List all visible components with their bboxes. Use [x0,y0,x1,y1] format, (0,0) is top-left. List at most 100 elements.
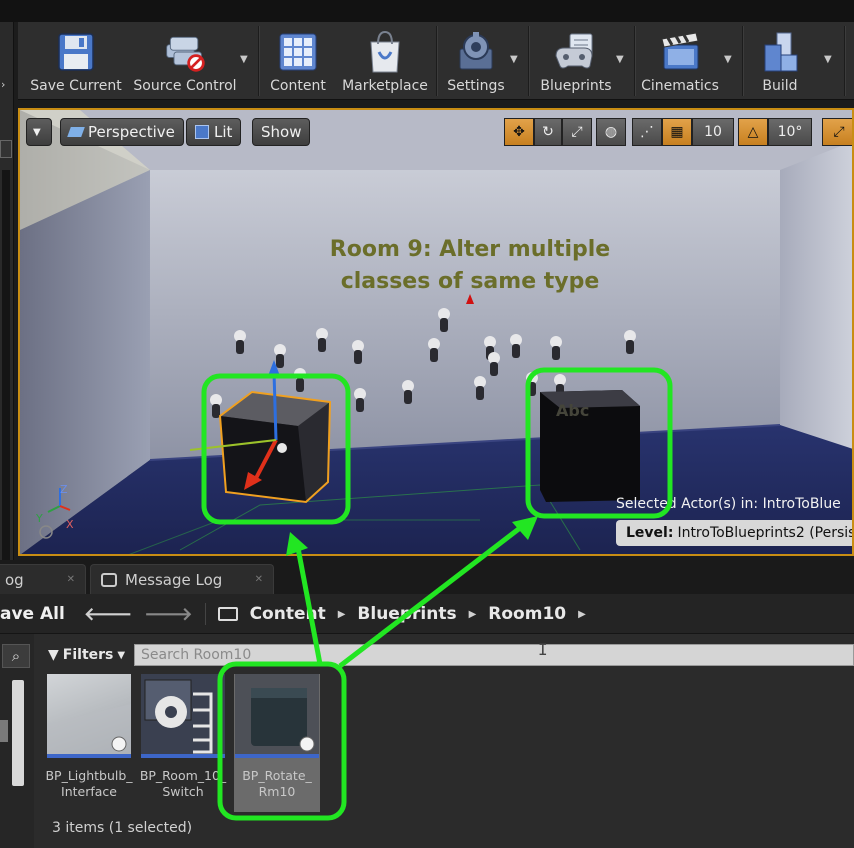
breadcrumb-room10[interactable]: Room10 [488,604,566,624]
toolbar-divider [742,26,744,96]
breadcrumb-content[interactable]: Content [250,604,326,624]
expand-arrow-icon[interactable]: › [1,78,5,91]
settings-button[interactable]: Settings [442,22,510,100]
chevron-right-icon[interactable]: ▶ [338,609,346,620]
content-label: Content [270,78,326,94]
toolbar-divider [528,26,530,96]
filters-label: Filters [62,647,114,663]
save-all-button[interactable]: ave All [0,600,65,628]
grid-snap-icon[interactable]: ▦ [662,118,692,146]
lit-button[interactable]: Lit [186,118,242,146]
cinematics-dropdown-icon[interactable]: ▼ [724,54,732,65]
scale-tool-icon[interactable]: ⤢ [562,118,592,146]
asset-name-line1: BP_Room_10_ [139,768,227,783]
cinematics-button[interactable]: Cinematics [638,22,722,100]
level-viewport[interactable]: Abc Z Y X ▼ Perspective Lit Show ✥ ↻ ⤢ ◍… [18,108,854,556]
build-dropdown-icon[interactable]: ▼ [824,54,832,65]
close-icon[interactable]: ✕ [255,574,263,585]
toolbar-divider [844,26,846,96]
blueprint-gear-icon [144,679,213,754]
cube-label-text: Abc [556,401,589,420]
save-all-label: ave All [0,604,65,624]
asset-name: BP_Rotate_ Rm10 [242,768,312,800]
sources-scrollbar[interactable] [12,680,24,786]
viewport-scene: Abc Z Y X [20,110,852,554]
asset-tile[interactable]: BP_Room_10_ Switch [140,674,226,800]
show-button[interactable]: Show [252,118,311,146]
title-strip [0,0,854,22]
asset-tile-selected[interactable]: BP_Rotate_ Rm10 [234,674,320,812]
lit-label: Lit [214,123,233,141]
search-icon[interactable]: ⌕ [2,644,30,668]
scale-snap-icon[interactable]: ⤢ [822,118,852,146]
room-title-line2: classes of same type [340,269,600,294]
build-button[interactable]: Build [746,22,814,100]
message-log-icon [101,572,117,587]
clapperboard-icon [658,28,702,76]
viewport-options-button[interactable]: ▼ [26,118,52,146]
source-control-icon [163,28,207,76]
surface-snap-icon[interactable]: ⋰ [632,118,662,146]
build-blocks-icon [758,28,802,76]
settings-label: Settings [447,78,505,94]
asset-name-line2: Switch [162,784,204,799]
settings-dropdown-icon[interactable]: ▼ [510,54,518,65]
perspective-button[interactable]: Perspective [60,118,184,146]
toolbar-divider [436,26,438,96]
content-browser-header: ave All 🡐 🡒 Content ▶ Blueprints ▶ Room1… [0,594,854,634]
chevron-down-icon: ▼ [33,126,41,138]
grid-snap-text: 10 [704,124,722,140]
asset-thumbnail [235,674,319,758]
editor-window: › Save Current Source Control ▼ Content … [0,0,854,848]
rotate-tool-icon[interactable]: ↻ [534,118,562,146]
asset-tile[interactable]: BP_Lightbulb_ Interface [45,674,133,800]
tab-label: Message Log [125,570,223,589]
close-icon[interactable]: ✕ [67,574,75,585]
filters-button[interactable]: ▼ Filters ▼ [48,644,125,666]
rotation-snap-text: 10° [777,124,803,140]
tab-message-log[interactable]: Message Log ✕ [90,564,274,594]
level-label: Level: [626,525,674,541]
save-current-button[interactable]: Save Current [24,22,128,100]
marketplace-button[interactable]: Marketplace [338,22,432,100]
asset-name: BP_Lightbulb_ Interface [45,768,132,800]
tab-output-log[interactable]: og ✕ [0,564,86,594]
filter-funnel-icon: ▼ [48,647,59,663]
translate-tool-icon[interactable]: ✥ [504,118,534,146]
grid-snap-value[interactable]: 10 [692,118,734,146]
world-space-globe-icon[interactable]: ◍ [596,118,626,146]
show-label: Show [261,123,302,141]
gamepad-icon [554,28,598,76]
asset-name-line1: BP_Rotate_ [242,768,312,783]
gear-icon [454,28,498,76]
divider [204,603,206,625]
back-arrow-icon[interactable]: 🡐 [84,604,132,625]
content-button[interactable]: Content [264,22,332,100]
toolbar-divider [634,26,636,96]
blueprints-dropdown-icon[interactable]: ▼ [616,54,624,65]
rotation-snap-icon[interactable]: △ [738,118,768,146]
asset-thumbnail [47,674,131,758]
chevron-right-icon[interactable]: ▶ [578,609,586,620]
blueprints-label: Blueprints [540,78,612,94]
asset-thumbnail [141,674,225,758]
level-info-badge: Level: IntroToBlueprints2 (Persis [616,520,852,546]
panel-scrollbar[interactable] [2,170,10,570]
blueprints-button[interactable]: Blueprints [534,22,618,100]
panel-button[interactable] [0,140,12,158]
material-sphere-icon [47,704,131,754]
toolbar-divider [258,26,260,96]
source-control-dropdown-icon[interactable]: ▼ [240,54,248,65]
asset-search-input[interactable]: Search Room10 [134,644,854,666]
sources-panel-collapsed: ⌕ [0,634,34,848]
chevron-down-icon: ▼ [117,649,126,661]
forward-arrow-icon[interactable]: 🡒 [144,604,192,625]
breadcrumb: 🡐 🡒 Content ▶ Blueprints ▶ Room10 ▶ [84,596,586,632]
chevron-right-icon[interactable]: ▶ [469,609,477,620]
rotation-snap-value[interactable]: 10° [768,118,812,146]
save-current-label: Save Current [30,78,122,94]
perspective-cube-icon [67,127,85,137]
svg-text:Y: Y [35,512,43,525]
breadcrumb-blueprints[interactable]: Blueprints [357,604,456,624]
source-control-button[interactable]: Source Control [130,22,240,100]
